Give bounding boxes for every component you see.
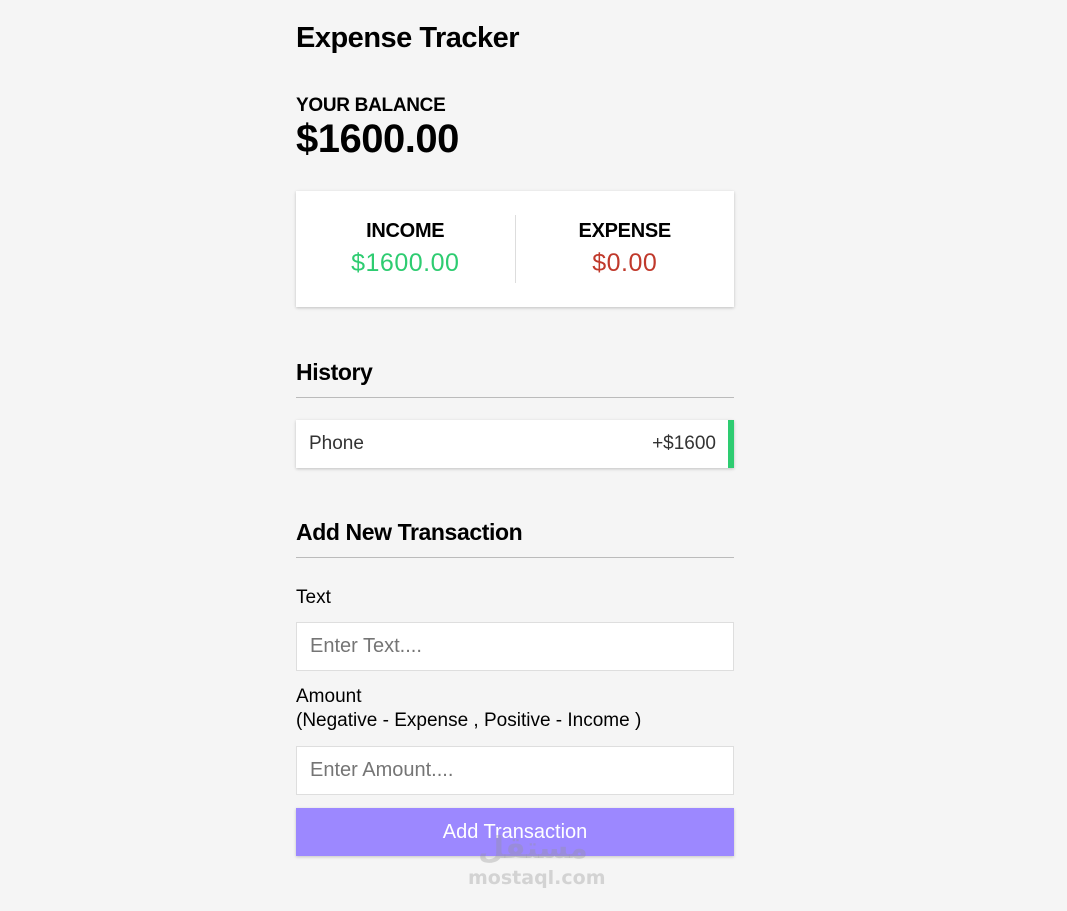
history-list-item[interactable]: Phone +$1600 <box>296 420 734 468</box>
transaction-text: Phone <box>309 433 364 454</box>
balance-label: YOUR BALANCE <box>296 95 446 116</box>
text-input[interactable] <box>296 622 734 671</box>
add-transaction-heading: Add New Transaction <box>296 519 734 558</box>
income-value: $1600.00 <box>351 249 460 277</box>
amount-label: Amount <box>296 686 362 707</box>
history-heading: History <box>296 359 734 398</box>
expense-label: EXPENSE <box>578 220 672 242</box>
balance-value: $1600.00 <box>296 117 459 161</box>
amount-hint: (Negative - Expense , Positive - Income … <box>296 710 642 731</box>
expense-column: EXPENSE $0.00 <box>516 220 735 278</box>
transaction-amount: +$1600 <box>652 433 716 454</box>
income-label: INCOME <box>366 220 445 242</box>
income-expense-card: INCOME $1600.00 EXPENSE $0.00 <box>296 191 734 307</box>
expense-value: $0.00 <box>592 249 658 277</box>
amount-field-label: Amount (Negative - Expense , Positive - … <box>296 685 641 733</box>
income-column: INCOME $1600.00 <box>296 220 515 278</box>
amount-input[interactable] <box>296 746 734 795</box>
text-field-label: Text <box>296 587 331 608</box>
watermark-url: mostaql.com <box>468 867 606 889</box>
add-transaction-button[interactable]: Add Transaction <box>296 808 734 856</box>
app-title: Expense Tracker <box>296 22 520 54</box>
